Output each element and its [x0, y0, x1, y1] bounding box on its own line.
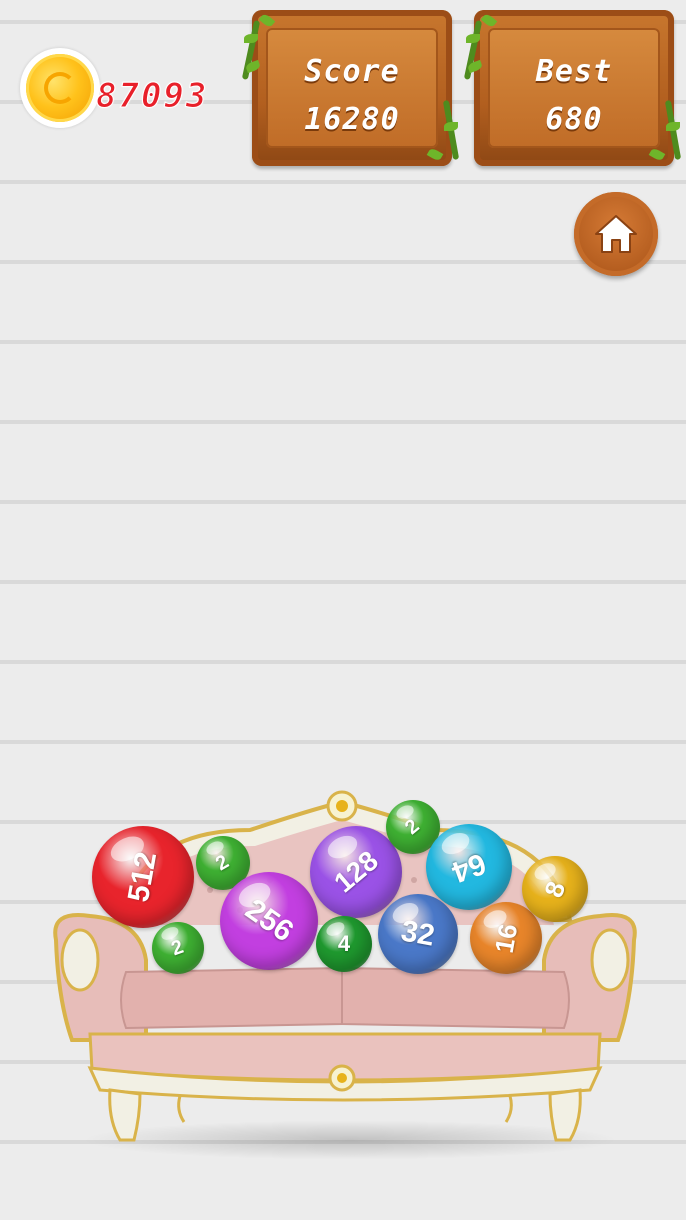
score-panel: Score 16280: [241, 10, 460, 166]
ball-128[interactable]: 128: [310, 826, 402, 918]
ball-512[interactable]: 512: [92, 826, 194, 928]
home-button[interactable]: [574, 192, 658, 276]
coin-count: 87093: [95, 76, 209, 117]
ball-4[interactable]: 4: [316, 916, 372, 972]
score-label: Score: [304, 54, 400, 89]
ball-number: 32: [398, 914, 438, 953]
ball-32[interactable]: 32: [378, 894, 458, 974]
home-icon: [595, 215, 637, 253]
ball-2[interactable]: 2: [152, 922, 204, 974]
ball-number: 256: [239, 892, 300, 949]
ball-number: 8: [537, 876, 572, 901]
ball-64[interactable]: 64: [426, 824, 512, 910]
ball-number: 128: [327, 844, 384, 899]
ball-number: 64: [447, 846, 491, 889]
candy-coin-icon: [26, 54, 94, 122]
ball-8[interactable]: 8: [522, 856, 588, 922]
ball-number: 2: [212, 850, 234, 875]
best-label: Best: [535, 54, 613, 89]
coin-badge: [20, 48, 100, 128]
best-panel: Best 680: [463, 10, 682, 166]
score-value: 16280: [304, 102, 400, 137]
ball-number: 2: [168, 935, 187, 960]
ball-256[interactable]: 256: [220, 872, 318, 970]
ball-number: 16: [488, 921, 523, 955]
best-value: 680: [545, 102, 603, 137]
ball-number: 4: [337, 931, 351, 956]
ball-number: 2: [401, 814, 425, 839]
ball-number: 512: [121, 849, 164, 905]
